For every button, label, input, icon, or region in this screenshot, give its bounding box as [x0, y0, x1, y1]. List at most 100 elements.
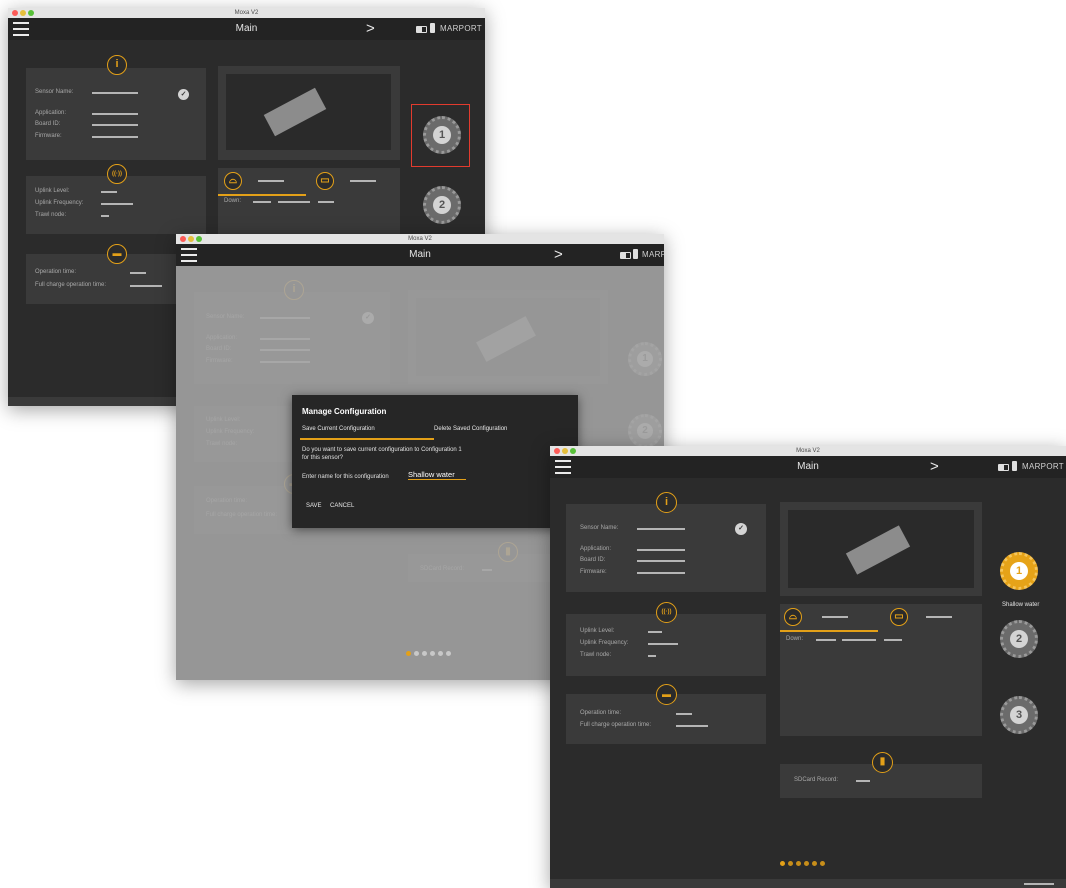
board-id-label: Board ID: [35, 121, 61, 127]
sdcard-record-value [856, 780, 870, 782]
page-dot-1[interactable] [406, 651, 411, 656]
check-icon: ✓ [735, 523, 747, 535]
sonar-icon: ⌓ [224, 172, 242, 190]
sonar-icon: ⌓ [784, 608, 802, 626]
board-id-value [92, 124, 138, 126]
app-bar: Main > MARPORT [176, 244, 664, 266]
uplink-frequency-label: Uplink Frequency: [35, 200, 84, 206]
sonar-panel [780, 604, 982, 736]
uplink-level-label: Uplink Level: [580, 628, 615, 634]
config-1-button[interactable]: 1 [1000, 552, 1038, 590]
sonar-icon-2: ▭ [316, 172, 334, 190]
config-1-number: 1 [1010, 562, 1028, 580]
brand-logo: MARPORT [1022, 462, 1064, 471]
down-value-1 [253, 201, 271, 203]
down-value-3 [884, 639, 902, 641]
page-dot-2[interactable] [414, 651, 419, 656]
window-title: Moxa V2 [796, 448, 820, 454]
window-title: Moxa V2 [234, 10, 259, 16]
page-title: Main [797, 461, 819, 472]
trawl-node-value [101, 215, 109, 217]
config-2-button[interactable]: 2 [1000, 620, 1038, 658]
sdcard-record-label: SDCard Record: [794, 777, 839, 783]
sensor-name-value [637, 528, 685, 530]
sensor-name-value [92, 92, 138, 94]
page-dot-3[interactable] [422, 651, 427, 656]
page-dot-4[interactable] [430, 651, 435, 656]
board-id-label: Board ID: [580, 557, 606, 563]
uplink-level-label: Uplink Level: [35, 188, 70, 194]
next-page-icon[interactable]: > [554, 245, 563, 265]
uplink-icon: ((·)) [107, 164, 127, 184]
trawl-node-value [648, 655, 656, 657]
firmware-value [92, 136, 138, 138]
sensor-name-label: Sensor Name: [35, 89, 74, 95]
full-charge-label: Full charge operation time: [35, 282, 107, 288]
config-1-name: Shallow water [1002, 602, 1040, 608]
cancel-button[interactable]: CANCEL [330, 503, 354, 509]
sdcard-icon: ▮ [872, 752, 893, 773]
uplink-level-value [648, 631, 662, 633]
next-page-icon[interactable]: > [366, 19, 375, 39]
page-dot-2[interactable] [788, 861, 793, 866]
application-label: Application: [35, 110, 67, 116]
down-value-2 [278, 201, 310, 203]
app-bar: Main > MARPORT [8, 18, 485, 40]
page-dot-4[interactable] [804, 861, 809, 866]
battery-icon [998, 464, 1009, 471]
sonar-tab-2-value [926, 616, 952, 618]
operation-time-value [676, 713, 692, 715]
tab-save-indicator [300, 438, 434, 440]
status-bar-handle [1024, 883, 1054, 885]
save-button[interactable]: SAVE [306, 503, 322, 509]
uplink-frequency-label: Uplink Frequency: [580, 640, 629, 646]
down-value-1 [816, 639, 836, 641]
sonar-tab-1-indicator [218, 194, 306, 196]
check-icon: ✓ [178, 89, 189, 100]
window-front: Moxa V2 Main > MARPORT i Sensor Name: ✓ … [550, 446, 1066, 888]
sonar-tab-1-value [258, 180, 284, 182]
operation-time-label: Operation time: [580, 710, 622, 716]
status-bar [550, 879, 1066, 888]
config-3-button[interactable]: 3 [1000, 696, 1038, 734]
application-label: Application: [580, 546, 612, 552]
page-dot-1[interactable] [780, 861, 785, 866]
page-dot-6[interactable] [820, 861, 825, 866]
selection-highlight [411, 104, 470, 167]
configuration-name-input[interactable]: Shallow water [408, 470, 466, 480]
plug-icon [633, 249, 638, 259]
info-icon: i [107, 55, 127, 75]
full-charge-value [676, 725, 708, 727]
page-dot-6[interactable] [446, 651, 451, 656]
uplink-icon: ((·)) [656, 602, 677, 623]
brand-logo: MARPORT [642, 250, 664, 259]
window-title: Moxa V2 [408, 236, 432, 242]
application-value [92, 113, 138, 115]
name-prompt: Enter name for this configuration [302, 474, 389, 480]
full-charge-value [130, 285, 162, 287]
sonar-tab-1-value [822, 616, 848, 618]
operation-time-label: Operation time: [35, 269, 77, 275]
battery-status-icon: ▬ [107, 244, 127, 264]
page-dot-3[interactable] [796, 861, 801, 866]
operation-time-value [130, 272, 146, 274]
firmware-label: Firmware: [35, 133, 62, 139]
page-title: Main [409, 249, 431, 260]
sonar-tab-1-indicator [780, 630, 878, 632]
page-title: Main [235, 23, 258, 34]
tab-save-current[interactable]: Save Current Configuration [302, 426, 375, 432]
config-3-number: 3 [1010, 706, 1028, 724]
brand-logo: MARPORT [440, 24, 482, 33]
app-bar: Main > MARPORT [550, 456, 1066, 478]
sonar-panel [218, 168, 400, 238]
firmware-label: Firmware: [580, 569, 607, 575]
page-dot-5[interactable] [438, 651, 443, 656]
uplink-frequency-value [648, 643, 678, 645]
uplink-level-value [101, 191, 117, 193]
dialog-title: Manage Configuration [302, 407, 387, 416]
next-page-icon[interactable]: > [930, 457, 939, 477]
down-label: Down: [786, 636, 804, 642]
tab-delete-saved[interactable]: Delete Saved Configuration [434, 426, 507, 432]
page-dot-5[interactable] [812, 861, 817, 866]
config-2-button[interactable]: 2 [423, 186, 461, 224]
